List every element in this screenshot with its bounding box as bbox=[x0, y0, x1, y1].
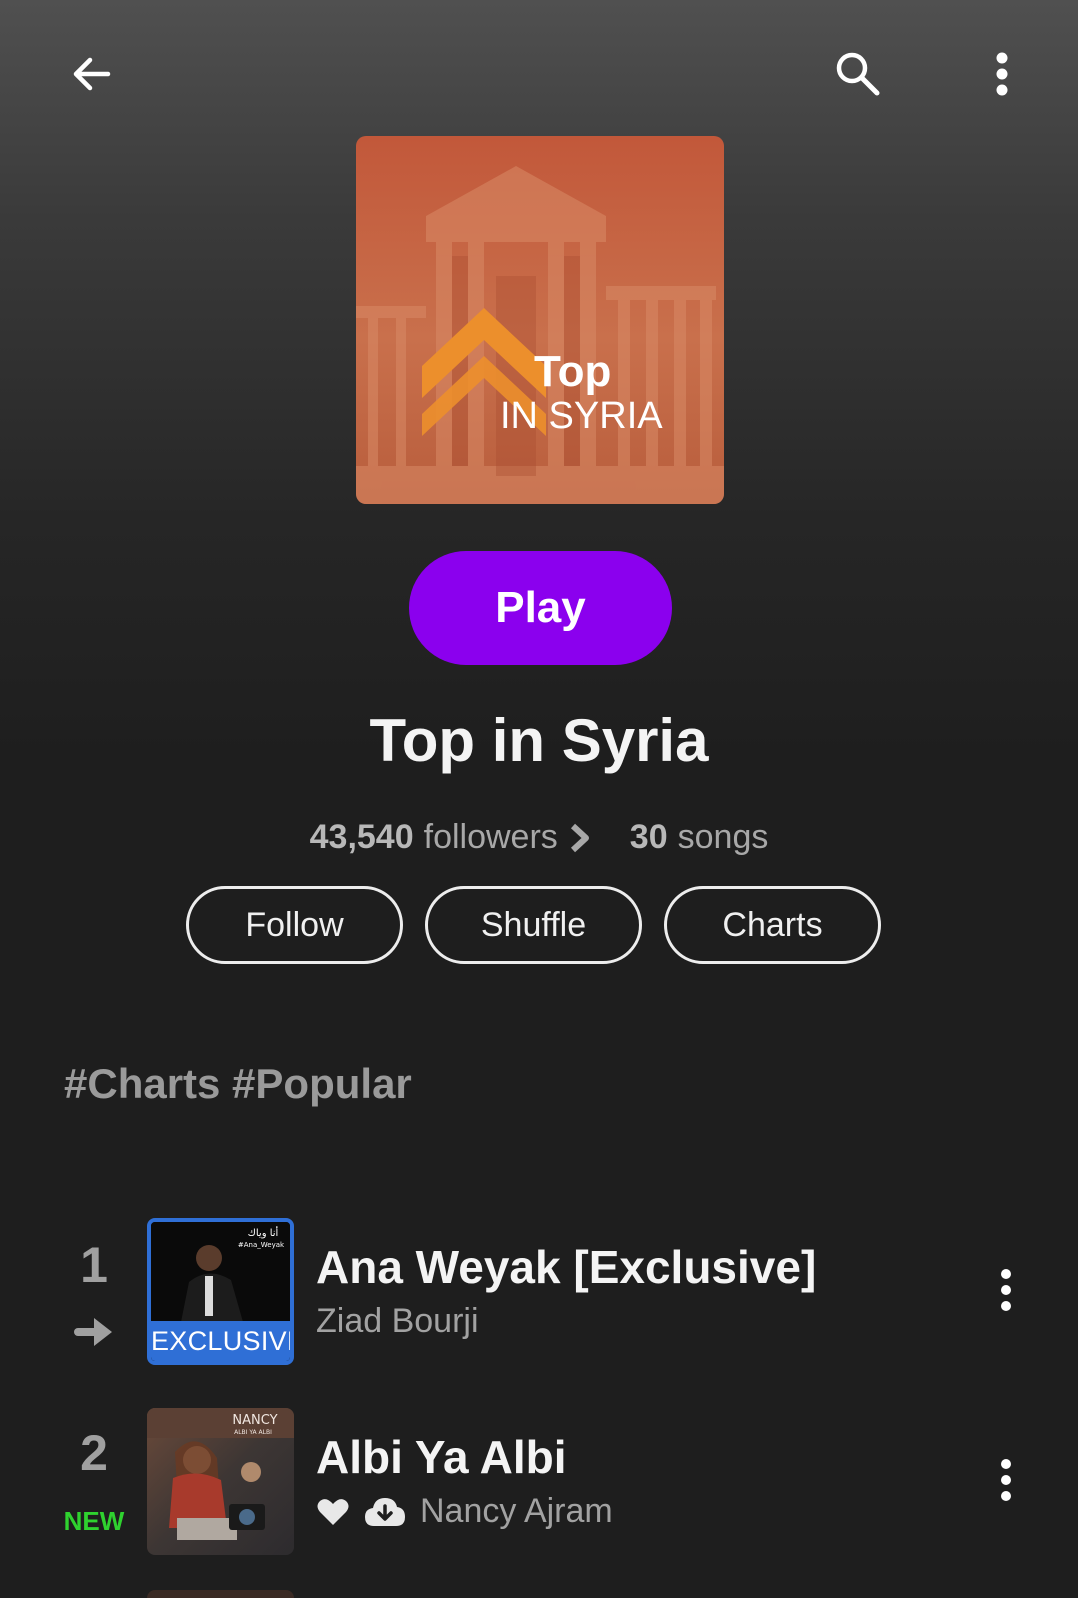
more-vertical-icon bbox=[1001, 1459, 1011, 1501]
songs-count-group: 30 songs bbox=[630, 818, 769, 857]
track-rank: 2 bbox=[80, 1425, 108, 1481]
playlist-tags[interactable]: #Charts #Popular bbox=[64, 1060, 412, 1108]
search-button[interactable] bbox=[826, 42, 890, 106]
track-title: Ana Weyak [Exclusive] bbox=[316, 1241, 817, 1293]
songs-label: songs bbox=[677, 818, 769, 856]
artist-photo: NANCY ALBI YA ALBI bbox=[147, 1408, 294, 1555]
track-artist-row: Nancy Ajram bbox=[316, 1492, 613, 1531]
thumb-arabic-title: أنا وياك bbox=[248, 1226, 279, 1239]
arrow-left-icon bbox=[73, 57, 111, 91]
followers-label: followers bbox=[423, 818, 558, 856]
track-more-button[interactable] bbox=[982, 1448, 1030, 1512]
track-rank: 1 bbox=[80, 1237, 108, 1293]
followers-link[interactable]: 43,540 followers bbox=[310, 818, 592, 857]
followers-count: 43,540 bbox=[309, 818, 414, 856]
track-artist: Ziad Bourji bbox=[316, 1302, 479, 1340]
search-icon bbox=[836, 52, 880, 96]
play-button[interactable]: Play bbox=[409, 551, 672, 665]
arrow-right-icon bbox=[74, 1318, 112, 1346]
track-artist: Nancy Ajram bbox=[420, 1492, 613, 1530]
cover-line1: Top bbox=[534, 347, 611, 396]
trend-indicator bbox=[56, 1314, 132, 1350]
track-title: Albi Ya Albi bbox=[316, 1431, 567, 1483]
track-more-button[interactable] bbox=[982, 1258, 1030, 1322]
track-row-1[interactable]: 1 أنا وياك #Ana_Weyak EXCLUSIVE Ana Weya… bbox=[0, 1218, 1078, 1368]
songs-count: 30 bbox=[629, 818, 668, 856]
back-button[interactable] bbox=[60, 42, 124, 106]
more-vertical-icon bbox=[1001, 1269, 1011, 1311]
chevron-right-icon bbox=[570, 823, 589, 852]
thumb-hashtag: #Ana_Weyak bbox=[238, 1241, 285, 1249]
cover-line2: IN SYRIA bbox=[500, 395, 663, 437]
track-thumbnail: NANCY ALBI YA ALBI bbox=[147, 1408, 294, 1555]
charts-button[interactable]: Charts bbox=[664, 886, 881, 964]
action-buttons: Follow Shuffle Charts bbox=[186, 886, 881, 964]
thumb-album-title: ALBI YA ALBI bbox=[234, 1429, 272, 1436]
playlist-stats: 43,540 followers 30 songs bbox=[0, 818, 1078, 857]
more-vertical-icon bbox=[996, 52, 1008, 96]
more-options-button[interactable] bbox=[970, 42, 1034, 106]
exclusive-badge: EXCLUSIVE bbox=[151, 1321, 290, 1361]
playlist-cover: Top IN SYRIA bbox=[356, 136, 724, 504]
track-row-2[interactable]: 2 NEW NANCY ALBI YA ALBI Albi Ya Albi Na… bbox=[0, 1408, 1078, 1558]
track-thumbnail: أنا وياك #Ana_Weyak EXCLUSIVE bbox=[147, 1218, 294, 1365]
new-badge: NEW bbox=[63, 1506, 125, 1536]
playlist-title: Top in Syria bbox=[369, 707, 709, 774]
next-track-peek bbox=[147, 1590, 294, 1598]
cover-artwork: Top IN SYRIA bbox=[356, 136, 724, 504]
heart-icon[interactable] bbox=[316, 1497, 350, 1527]
thumb-artist-name: NANCY bbox=[232, 1413, 277, 1428]
shuffle-button[interactable]: Shuffle bbox=[425, 886, 642, 964]
download-cloud-icon[interactable] bbox=[364, 1496, 406, 1528]
follow-button[interactable]: Follow bbox=[186, 886, 403, 964]
playlist-screen: Top IN SYRIA Play Top in Syria 43,540 fo… bbox=[0, 0, 1078, 1598]
